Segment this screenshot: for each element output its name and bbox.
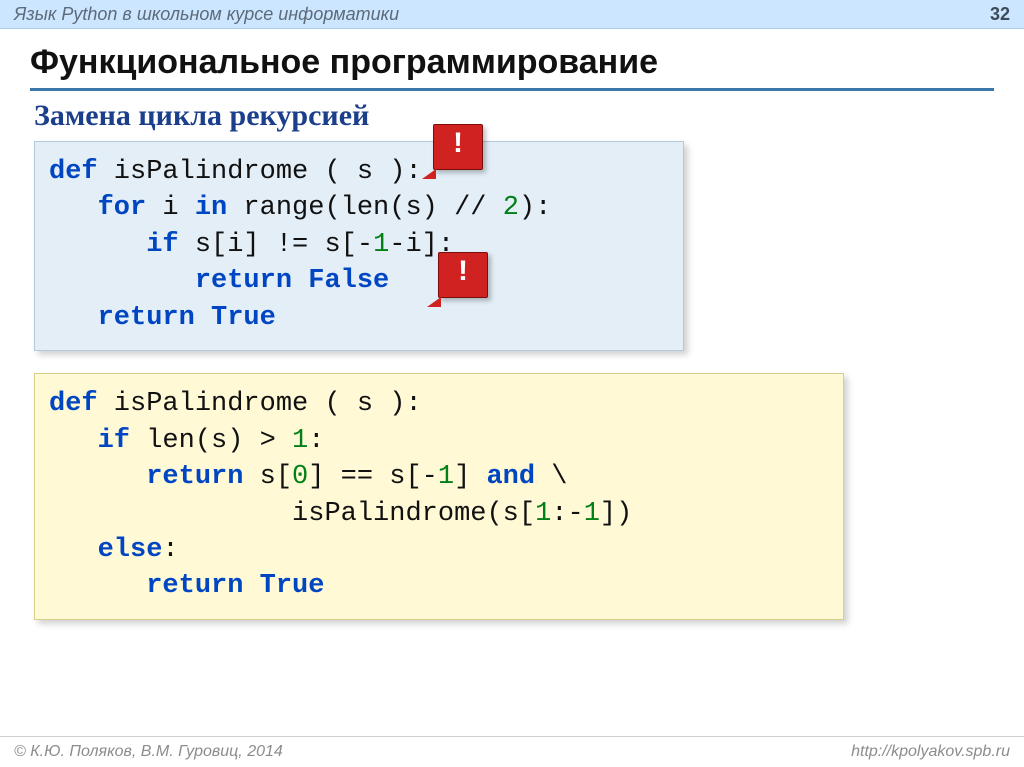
code-text: ]) <box>600 499 632 529</box>
code-text: isPalindrome(s[ <box>49 499 535 529</box>
slide-title: Функциональное программирование <box>30 43 994 91</box>
num-literal: 1 <box>438 462 454 492</box>
kw-if: if <box>49 426 130 456</box>
code-text: s[ <box>243 462 292 492</box>
kw-in: in <box>195 193 227 223</box>
kw-for: for <box>49 193 146 223</box>
page-number: 32 <box>990 4 1010 25</box>
kw-false: False <box>292 266 389 296</box>
footer-url: http://kpolyakov.spb.ru <box>851 743 1010 761</box>
kw-return: return <box>49 266 292 296</box>
kw-def: def <box>49 157 98 187</box>
code-block-recursive: def isPalindrome ( s ): if len(s) > 1: r… <box>34 373 844 620</box>
kw-return: return <box>49 571 243 601</box>
header-bar: Язык Python в школьном курсе информатики… <box>0 0 1024 29</box>
code-text: : <box>162 535 178 565</box>
kw-true: True <box>243 571 324 601</box>
code-text: isPalindrome ( s ): <box>98 157 422 187</box>
code-text: len(s) > <box>130 426 292 456</box>
code-text: range(len(s) // <box>227 193 502 223</box>
num-literal: 2 <box>503 193 519 223</box>
footer-bar: © К.Ю. Поляков, В.М. Гуровиц, 2014 http:… <box>0 736 1024 767</box>
code-text: ): <box>519 193 551 223</box>
kw-return: return <box>49 462 243 492</box>
num-literal: 1 <box>292 426 308 456</box>
code-text: ] <box>454 462 486 492</box>
slide-content: Функциональное программирование Замена ц… <box>0 29 1024 620</box>
kw-return: return <box>49 303 195 333</box>
callout-attention-icon: ! <box>438 252 488 298</box>
code-text: s[i] != s[- <box>179 230 373 260</box>
code-block-iterative: def isPalindrome ( s ): for i in range(l… <box>34 141 684 351</box>
code-text: : <box>308 426 324 456</box>
code-text: \ <box>535 462 567 492</box>
callout-attention-icon: ! <box>433 124 483 170</box>
slide-subtitle: Замена цикла рекурсией <box>34 99 994 133</box>
kw-and: and <box>486 462 535 492</box>
num-literal: 1 <box>584 499 600 529</box>
num-literal: 1 <box>373 230 389 260</box>
code-text: :- <box>551 499 583 529</box>
kw-def: def <box>49 389 98 419</box>
num-literal: 1 <box>535 499 551 529</box>
num-literal: 0 <box>292 462 308 492</box>
course-title: Язык Python в школьном курсе информатики <box>14 4 399 25</box>
code-text: i <box>146 193 195 223</box>
code-text: isPalindrome ( s ): <box>98 389 422 419</box>
kw-true: True <box>195 303 276 333</box>
kw-else: else <box>49 535 162 565</box>
copyright-text: © К.Ю. Поляков, В.М. Гуровиц, 2014 <box>14 743 283 761</box>
kw-if: if <box>49 230 179 260</box>
code-text: ] == s[- <box>308 462 438 492</box>
